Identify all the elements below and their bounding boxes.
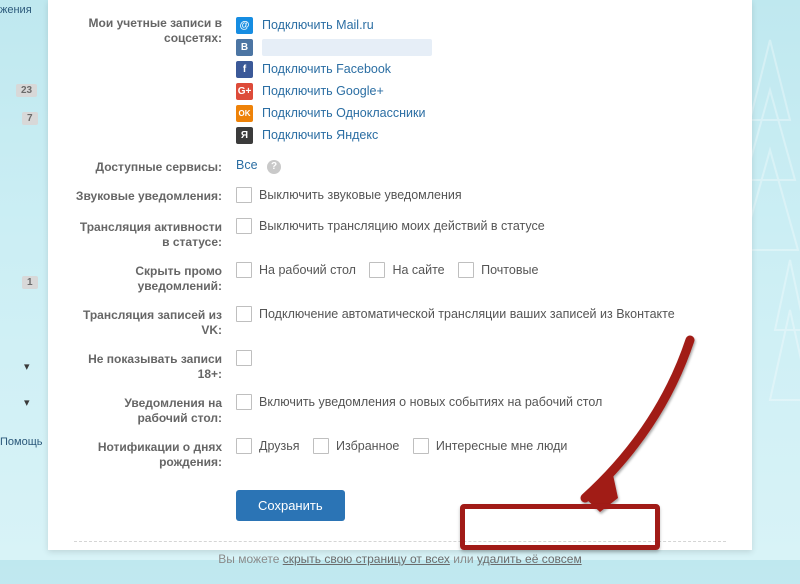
social-link-label: Подключить Яндекс — [262, 128, 378, 142]
row-desktop-notify: Уведомления на рабочий стол: Включить ув… — [74, 388, 726, 432]
footer-prefix: Вы можете — [218, 552, 282, 566]
checkbox-promo-desktop[interactable]: На рабочий стол — [236, 262, 356, 278]
label-desktop: Уведомления на рабочий стол: — [74, 394, 236, 426]
checkbox-label: Включить уведомления о новых событиях на… — [259, 395, 602, 409]
footer-text: Вы можете скрыть свою страницу от всех и… — [74, 552, 726, 584]
checkbox-box[interactable] — [413, 438, 429, 454]
sidebar-badge: 1 — [22, 276, 38, 289]
checkbox-box[interactable] — [236, 438, 252, 454]
checkbox-box[interactable] — [369, 262, 385, 278]
social-vk[interactable]: B — [236, 36, 726, 58]
hide-page-link[interactable]: скрыть свою страницу от всех — [283, 552, 450, 566]
social-google[interactable]: G+ Подключить Google+ — [236, 80, 726, 102]
chevron-down-icon[interactable]: ▾ — [24, 360, 30, 373]
settings-card: Мои учетные записи в соцсетях: @ Подключ… — [48, 0, 752, 550]
save-button[interactable]: Сохранить — [236, 490, 345, 521]
row-services: Доступные сервисы: Все ? — [74, 152, 726, 181]
checkbox-box[interactable] — [236, 218, 252, 234]
sidebar: жения 23 7 1 ▾ ▾ Помощь — [0, 0, 42, 560]
checkbox-promo-mail[interactable]: Почтовые — [458, 262, 538, 278]
checkbox-box[interactable] — [313, 438, 329, 454]
checkbox-label: На сайте — [392, 263, 444, 277]
checkbox-label: Выключить трансляцию моих действий в ста… — [259, 219, 545, 233]
mailru-icon: @ — [236, 17, 253, 34]
checkbox-label: Выключить звуковые уведомления — [259, 188, 462, 202]
checkbox-bd-interest[interactable]: Интересные мне люди — [413, 438, 567, 454]
vk-icon: B — [236, 39, 253, 56]
checkbox-promo-site[interactable]: На сайте — [369, 262, 444, 278]
label-services: Доступные сервисы: — [74, 158, 236, 175]
row-birthdays: Нотификации о днях рождения: Друзья Избр… — [74, 432, 726, 476]
checkbox-label: Друзья — [259, 439, 300, 453]
services-value-link[interactable]: Все — [236, 158, 258, 172]
checkbox-label: Подключение автоматической трансляции ва… — [259, 307, 675, 321]
label-vk-repost: Трансляция записей из VK: — [74, 306, 236, 338]
sidebar-help-link[interactable]: Помощь — [0, 436, 43, 448]
social-yandex[interactable]: Я Подключить Яндекс — [236, 124, 726, 146]
checkbox-desktop[interactable]: Включить уведомления о новых событиях на… — [236, 394, 602, 410]
checkbox-box[interactable] — [236, 187, 252, 203]
facebook-icon: f — [236, 61, 253, 78]
row-adult: Не показывать записи 18+: — [74, 344, 726, 388]
checkbox-label: Интересные мне люди — [436, 439, 567, 453]
label-birthdays: Нотификации о днях рождения: — [74, 438, 236, 470]
vk-connected-value — [262, 39, 432, 56]
checkbox-bd-fav[interactable]: Избранное — [313, 438, 399, 454]
checkbox-bd-friends[interactable]: Друзья — [236, 438, 300, 454]
social-link-label: Подключить Facebook — [262, 62, 391, 76]
social-link-label: Подключить Одноклассники — [262, 106, 425, 120]
odnoklassniki-icon: OK — [236, 105, 253, 122]
google-plus-icon: G+ — [236, 83, 253, 100]
row-hide-promo: Скрыть промо уведомлений: На рабочий сто… — [74, 256, 726, 300]
checkbox-box[interactable] — [236, 350, 252, 366]
checkbox-box[interactable] — [236, 306, 252, 322]
checkbox-label: Почтовые — [481, 263, 538, 277]
divider — [74, 541, 726, 542]
row-sound: Звуковые уведомления: Выключить звуковые… — [74, 181, 726, 212]
row-activity: Трансляция активности в статусе: Выключи… — [74, 212, 726, 256]
row-save: Сохранить — [74, 476, 726, 541]
yandex-icon: Я — [236, 127, 253, 144]
label-accounts: Мои учетные записи в соцсетях: — [74, 14, 236, 46]
checkbox-box[interactable] — [458, 262, 474, 278]
checkbox-vk-repost[interactable]: Подключение автоматической трансляции ва… — [236, 306, 675, 322]
footer-middle: или — [450, 552, 477, 566]
social-link-label: Подключить Google+ — [262, 84, 384, 98]
sidebar-badge: 23 — [16, 84, 37, 97]
checkbox-adult[interactable] — [236, 350, 259, 366]
sidebar-partial-link[interactable]: жения — [0, 4, 32, 16]
checkbox-label: Избранное — [336, 439, 399, 453]
checkbox-box[interactable] — [236, 394, 252, 410]
help-icon[interactable]: ? — [267, 160, 281, 174]
sidebar-badge: 7 — [22, 112, 38, 125]
checkbox-label: На рабочий стол — [259, 263, 356, 277]
label-sound: Звуковые уведомления: — [74, 187, 236, 204]
social-mailru[interactable]: @ Подключить Mail.ru — [236, 14, 726, 36]
social-link-label: Подключить Mail.ru — [262, 18, 374, 32]
label-hide-promo: Скрыть промо уведомлений: — [74, 262, 236, 294]
label-activity: Трансляция активности в статусе: — [74, 218, 236, 250]
chevron-down-icon[interactable]: ▾ — [24, 396, 30, 409]
row-vk-repost: Трансляция записей из VK: Подключение ав… — [74, 300, 726, 344]
row-social-accounts: Мои учетные записи в соцсетях: @ Подключ… — [74, 8, 726, 152]
delete-page-link[interactable]: удалить её совсем — [477, 552, 582, 566]
checkbox-sound[interactable]: Выключить звуковые уведомления — [236, 187, 462, 203]
social-facebook[interactable]: f Подключить Facebook — [236, 58, 726, 80]
checkbox-activity[interactable]: Выключить трансляцию моих действий в ста… — [236, 218, 545, 234]
label-adult: Не показывать записи 18+: — [74, 350, 236, 382]
checkbox-box[interactable] — [236, 262, 252, 278]
social-ok[interactable]: OK Подключить Одноклассники — [236, 102, 726, 124]
